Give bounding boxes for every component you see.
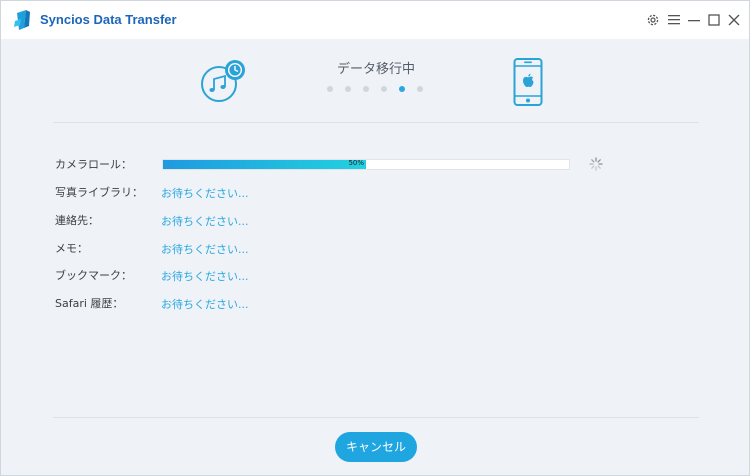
iphone-icon [513,58,543,106]
menu-icon[interactable] [664,10,684,30]
progress-fill [163,160,366,169]
row-label-photo-library: 写真ライブラリ： [55,186,143,199]
row-status-photo-library: お待ちください... [161,187,249,200]
step-dot [381,86,387,92]
camera-roll-progress-bar: 50% [162,159,570,170]
step-dot-active [399,86,405,92]
step-dot [345,86,351,92]
step-dot [327,86,333,92]
minimize-icon[interactable] [684,10,704,30]
maximize-icon[interactable] [704,10,724,30]
divider [53,122,699,123]
app-title: Syncios Data Transfer [40,12,177,27]
divider [53,417,699,418]
row-status-contacts: お待ちください... [161,215,249,228]
app-window: Syncios Data Transfer データ移行中 カメラロール： 50%… [0,0,750,476]
syncios-logo-icon [14,10,30,30]
row-status-bookmarks: お待ちください... [161,270,249,283]
close-icon[interactable] [724,10,744,30]
gear-icon[interactable] [643,10,663,30]
transfer-status-title: データ移行中 [336,62,415,77]
row-label-camera-roll: カメラロール： [55,158,132,171]
cancel-button[interactable]: キャンセル [335,432,417,462]
row-status-notes: お待ちください... [161,243,249,256]
progress-text: 50% [348,159,364,167]
row-status-safari-history: お待ちください... [161,298,249,311]
loading-spinner-icon [589,157,603,171]
row-label-safari-history: Safari 履歴： [55,297,124,310]
step-dot [363,86,369,92]
itunes-backup-icon [201,60,245,102]
step-dot [417,86,423,92]
row-label-notes: メモ： [55,242,88,255]
step-indicator [323,86,433,96]
title-bar: Syncios Data Transfer [1,1,749,39]
row-label-bookmarks: ブックマーク： [55,269,132,282]
row-label-contacts: 連絡先： [55,214,99,227]
